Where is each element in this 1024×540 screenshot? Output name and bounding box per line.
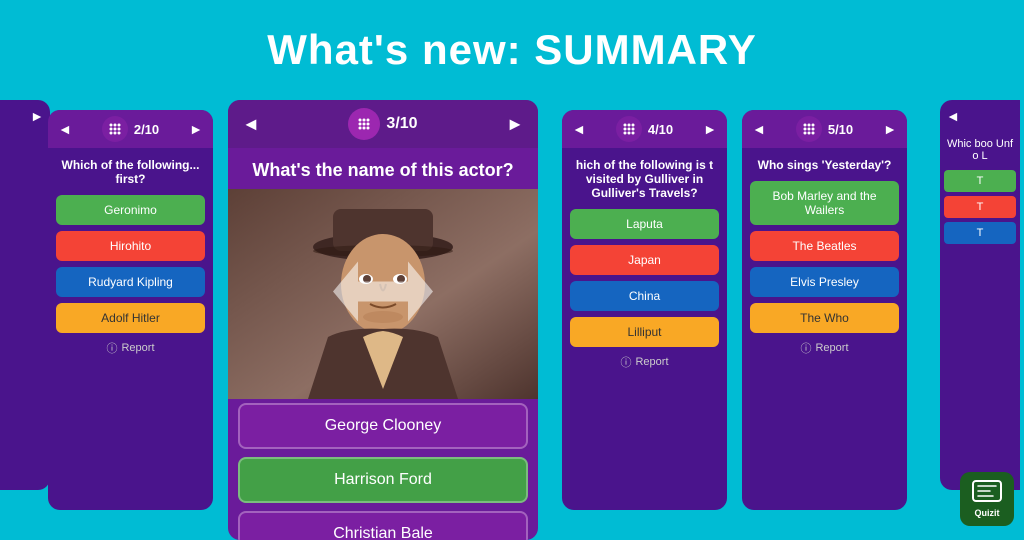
card-right2-report: ⓘ Report xyxy=(742,336,907,360)
card-center-nav-center: 3/10 xyxy=(348,108,417,140)
card-far-right-answer-2[interactable]: T xyxy=(944,222,1016,244)
page-title: What's new: SUMMARY xyxy=(267,26,756,74)
card-center-answer-0[interactable]: George Clooney xyxy=(238,403,528,449)
card-center: ◄ 3/10 ► What's the name of this actor? xyxy=(228,100,538,540)
card-far-right-answer-0[interactable]: T xyxy=(944,170,1016,192)
card-left-prev[interactable]: ◄ xyxy=(58,121,72,137)
card-right-quiz-icon xyxy=(616,116,642,142)
report-icon-left: ⓘ xyxy=(106,340,117,356)
card-right2-next[interactable]: ► xyxy=(883,121,897,137)
card-right2: ◄ 5/10 ► Who sings 'Yesterday'? Bob Marl… xyxy=(742,110,907,510)
card-left-nav-center: 2/10 xyxy=(102,116,159,142)
card-right-nav: ◄ 4/10 ► xyxy=(562,110,727,148)
card-right2-answer-2[interactable]: Elvis Presley xyxy=(750,267,899,297)
card-right-answer-2[interactable]: China xyxy=(570,281,719,311)
card-center-nav: ◄ 3/10 ► xyxy=(228,100,538,148)
card-center-prev[interactable]: ◄ xyxy=(242,114,260,135)
card-right-count: 4/10 xyxy=(648,122,673,137)
card-center-quiz-icon xyxy=(348,108,380,140)
card-right-answer-0[interactable]: Laputa xyxy=(570,209,719,239)
card-right2-answer-3[interactable]: The Who xyxy=(750,303,899,333)
far-right-arrow-left[interactable]: ◄ xyxy=(946,108,960,124)
card-center-question: What's the name of this actor? xyxy=(228,148,538,189)
card-right-prev[interactable]: ◄ xyxy=(572,121,586,137)
card-right-report: ⓘ Report xyxy=(562,350,727,374)
card-right2-prev[interactable]: ◄ xyxy=(752,121,766,137)
card-left-question: Which of the following... first? xyxy=(48,148,213,192)
card-left-answer-2[interactable]: Rudyard Kipling xyxy=(56,267,205,297)
card-far-right: ◄ Whic boo Unfo L T T T xyxy=(940,100,1020,490)
card-right2-answer-1[interactable]: The Beatles xyxy=(750,231,899,261)
card-left-answer-3[interactable]: Adolf Hitler xyxy=(56,303,205,333)
card-left-nav: ◄ 2/10 ► xyxy=(48,110,213,148)
card-right2-quiz-icon xyxy=(796,116,822,142)
card-right-answer-3[interactable]: Lilliput xyxy=(570,317,719,347)
far-left-arrow-right[interactable]: ► xyxy=(30,108,44,124)
card-right2-count: 5/10 xyxy=(828,122,853,137)
card-left-count: 2/10 xyxy=(134,122,159,137)
card-right-question: hich of the following is t visited by Gu… xyxy=(562,148,727,206)
card-far-right-answer-1[interactable]: T xyxy=(944,196,1016,218)
report-icon-right2: ⓘ xyxy=(800,340,811,356)
card-far-right-question-partial: Whic boo Unfo L xyxy=(940,132,1020,168)
card-far-left: ► xyxy=(0,100,50,490)
card-left-answer-1[interactable]: Hirohito xyxy=(56,231,205,261)
card-center-image xyxy=(228,189,538,399)
card-left-answer-0[interactable]: Geronimo xyxy=(56,195,205,225)
card-left-next[interactable]: ► xyxy=(189,121,203,137)
card-center-answer-1[interactable]: Harrison Ford xyxy=(238,457,528,503)
quizit-logo[interactable]: Quizit xyxy=(960,472,1014,526)
card-center-next[interactable]: ► xyxy=(506,114,524,135)
header: What's new: SUMMARY xyxy=(0,0,1024,100)
card-left-quiz-icon xyxy=(102,116,128,142)
card-right: ◄ 4/10 ► hich of the following is t visi… xyxy=(562,110,727,510)
report-icon-right: ⓘ xyxy=(620,354,631,370)
cards-area: ► ◄ 2/10 ► Which of the following... fir… xyxy=(0,100,1024,536)
card-left-report: ⓘ Report xyxy=(48,336,213,360)
card-right-nav-center: 4/10 xyxy=(616,116,673,142)
image-nav-overlay xyxy=(228,189,538,399)
card-right2-answer-0[interactable]: Bob Marley and the Wailers xyxy=(750,181,899,225)
card-right2-nav-center: 5/10 xyxy=(796,116,853,142)
quizit-label: Quizit xyxy=(975,508,1000,518)
card-right-answer-1[interactable]: Japan xyxy=(570,245,719,275)
card-left: ◄ 2/10 ► Which of the following... first… xyxy=(48,110,213,510)
card-right2-question: Who sings 'Yesterday'? xyxy=(742,148,907,178)
card-center-count: 3/10 xyxy=(386,115,417,133)
card-right2-nav: ◄ 5/10 ► xyxy=(742,110,907,148)
card-right-next[interactable]: ► xyxy=(703,121,717,137)
